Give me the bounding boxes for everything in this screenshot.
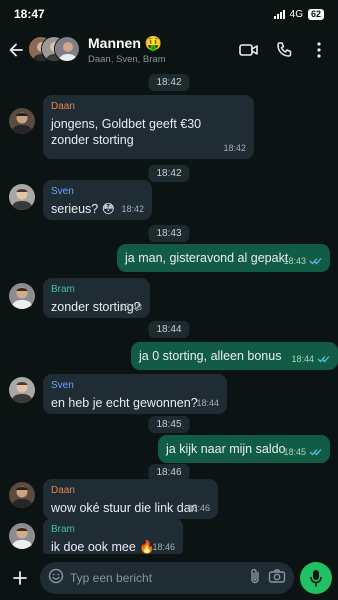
battery-icon: 62 [307,8,324,20]
chat-info[interactable]: Mannen 🤑 Daan, Sven, Bram [88,35,227,65]
message-time: 18:44 [196,397,219,408]
sender-name: Bram [51,524,75,535]
status-bar: 18:47 4G 62 [0,0,338,28]
sender-name: Sven [51,186,74,197]
message-time: 18:43 [119,301,142,312]
message-bubble[interactable]: Sven serieus? 😳 18:42 [43,180,152,220]
message-input-container[interactable] [40,562,294,594]
message-time: 18:42 [121,203,144,214]
paperclip-icon[interactable] [248,568,262,589]
emoji-icon[interactable] [48,568,64,589]
chat-header: Mannen 🤑 Daan, Sven, Bram [0,28,338,72]
avatar[interactable] [9,283,35,309]
status-icons: 4G 62 [273,8,324,20]
group-avatar[interactable] [28,36,80,64]
read-receipt-icon [309,448,322,456]
read-receipt-icon [317,355,330,363]
message-time: 18:45 [283,446,322,458]
message-bubble[interactable]: Bram zonder storting? 18:43 [43,278,150,318]
member-avatar [54,36,80,62]
time-divider: 18:42 [148,74,190,91]
signal-icon [273,9,285,19]
avatar[interactable] [9,108,35,134]
avatar[interactable] [9,377,35,403]
avatar[interactable] [9,184,35,210]
status-time: 18:47 [14,7,45,21]
message-input[interactable] [70,571,242,585]
more-options-icon[interactable] [306,37,332,63]
composer [0,556,338,600]
message-list[interactable]: 18:42 Daan jongens, Goldbet geeft €30 zo… [0,72,338,554]
sender-name: Sven [51,380,74,391]
time-divider: 18:45 [148,416,190,433]
message-bubble[interactable]: Daan jongens, Goldbet geeft €30 zonder s… [43,95,254,159]
sender-name: Daan [51,101,75,112]
message-text: en heb je echt gewonnen? [51,395,198,410]
video-call-icon[interactable] [236,37,262,63]
avatar[interactable] [9,523,35,549]
message-time: 18:43 [283,255,322,267]
microphone-icon [310,570,322,587]
message-time: 18:44 [291,353,330,365]
message-time: 18:46 [187,502,210,513]
time-divider: 18:42 [148,165,190,182]
message-bubble[interactable]: Daan wow oké stuur die link dan 18:46 [43,479,218,519]
camera-icon[interactable] [268,568,286,589]
message-text: jongens, Goldbet geeft €30 zonder storti… [51,116,202,148]
sender-name: Bram [51,284,75,295]
message-bubble[interactable]: ja kijk naar mijn saldo 18:45 [158,435,330,463]
message-bubble[interactable]: ja man, gisteravond al gepakt 18:43 [117,244,330,272]
network-label: 4G [289,8,303,20]
chat-title: Mannen 🤑 [88,35,163,51]
time-divider: 18:43 [148,225,190,242]
microphone-button[interactable] [300,562,332,594]
back-arrow-icon[interactable] [6,40,26,60]
message-bubble[interactable]: Bram ik doe ook mee 🔥 18:46 [43,518,183,554]
chat-members: Daan, Sven, Bram [88,54,166,65]
attach-plus-icon[interactable] [6,564,34,592]
message-text: wow oké stuur die link dan [51,500,198,515]
message-time: 18:42 [223,142,246,153]
read-receipt-icon [309,257,322,265]
avatar[interactable] [9,482,35,508]
message-bubble[interactable]: Sven en heb je echt gewonnen? 18:44 [43,374,227,414]
sender-name: Daan [51,485,75,496]
message-time: 18:46 [152,541,175,552]
time-divider: 18:44 [148,321,190,338]
phone-call-icon[interactable] [271,37,297,63]
message-bubble[interactable]: ja 0 storting, alleen bonus 18:44 [131,342,338,370]
